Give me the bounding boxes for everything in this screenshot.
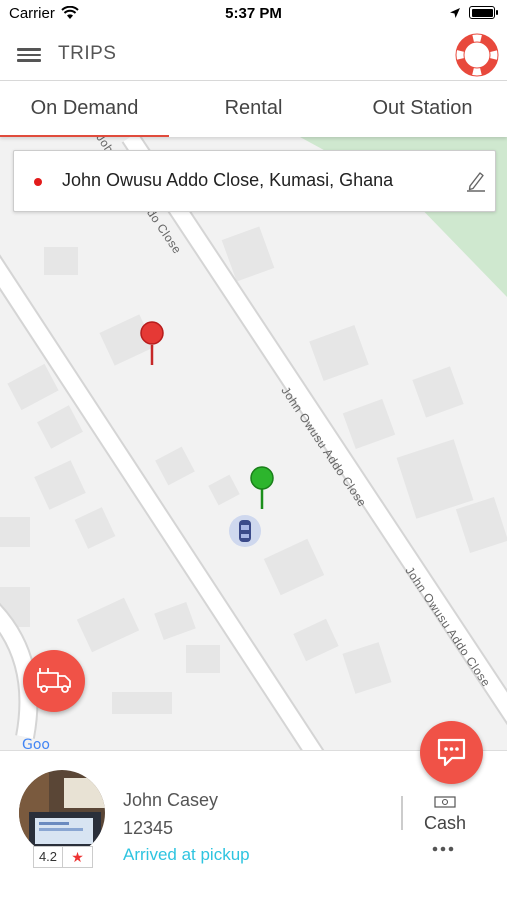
tab-rental[interactable]: Rental [169, 81, 338, 137]
svg-text:Goo: Goo [22, 737, 50, 750]
nav-bar: TRIPS [0, 30, 507, 81]
clock: 5:37 PM [225, 5, 282, 22]
location-dot-icon [34, 178, 42, 186]
more-options-icon[interactable] [430, 843, 456, 855]
chat-button[interactable] [420, 721, 483, 784]
truck-icon [37, 668, 71, 693]
driver-rating-badge: 4.2 ★ [33, 846, 93, 868]
cash-icon [434, 796, 456, 808]
vehicle-type-button[interactable] [23, 650, 85, 712]
car-marker-icon [229, 515, 261, 547]
trip-type-tabs: On Demand Rental Out Station [0, 81, 507, 137]
chat-bubble-icon [437, 738, 466, 767]
driver-avatar [19, 770, 105, 856]
status-bar: Carrier 5:37 PM [0, 0, 507, 30]
dropoff-pin-icon [250, 466, 274, 509]
pickup-address-field[interactable]: John Owusu Addo Close, Kumasi, Ghana [13, 150, 496, 212]
page-title: TRIPS [58, 43, 117, 64]
tab-out-station[interactable]: Out Station [338, 81, 507, 137]
location-arrow-icon [450, 7, 460, 18]
rating-value: 4.2 [34, 847, 63, 867]
tab-on-demand[interactable]: On Demand [0, 81, 169, 137]
lifebuoy-help-icon[interactable] [455, 33, 499, 77]
payment-method-label[interactable]: Cash [400, 813, 490, 834]
edit-pencil-icon[interactable] [465, 170, 487, 192]
battery-icon [469, 6, 498, 19]
driver-id: 12345 [123, 818, 174, 838]
pickup-address-text: John Owusu Addo Close, Kumasi, Ghana [62, 170, 394, 190]
hamburger-menu-icon[interactable] [17, 45, 41, 65]
star-icon: ★ [71, 849, 84, 865]
driver-name: John Casey [123, 790, 219, 810]
trip-status-text: Arrived at pickup [123, 845, 250, 864]
